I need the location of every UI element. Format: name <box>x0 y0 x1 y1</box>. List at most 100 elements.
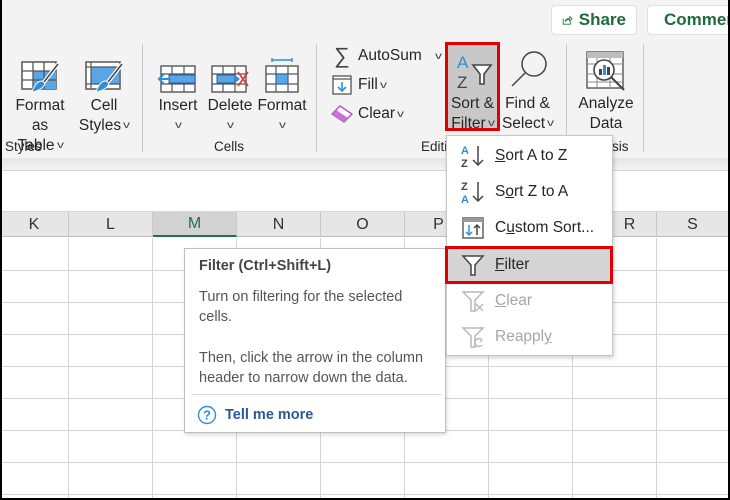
formula-bar-area <box>0 170 730 212</box>
group-separator <box>316 44 317 152</box>
insert-label: Insert <box>158 97 198 114</box>
comments-button[interactable]: Comments <box>647 5 730 35</box>
analyze-data-label-2: Data <box>589 115 623 132</box>
grid-line <box>68 238 69 500</box>
chevron-down-icon: v <box>397 108 405 120</box>
svg-text:A: A <box>461 194 469 205</box>
svg-text:A: A <box>461 145 469 157</box>
column-header-l[interactable]: L <box>69 212 153 237</box>
column-header-s[interactable]: S <box>657 212 730 237</box>
share-icon <box>562 15 573 25</box>
chevron-down-icon: v <box>487 118 495 129</box>
tooltip-body-2: Then, click the arrow in the column head… <box>199 350 424 386</box>
cells-group-label: Cells <box>214 139 245 154</box>
cell-styles-label-2: Styles <box>78 117 122 134</box>
chevron-down-icon: v <box>226 120 234 131</box>
group-separator <box>643 44 644 152</box>
find-select-button[interactable]: Find & Select v <box>500 46 555 134</box>
fill-label: Fill <box>358 76 378 93</box>
svg-text:Z: Z <box>457 73 467 92</box>
chevron-down-icon: v <box>174 120 182 131</box>
sort-filter-button[interactable]: A Z Sort & Filter v <box>445 46 500 134</box>
fill-down-icon <box>332 75 352 95</box>
cell-styles-label-1: Cell <box>90 97 118 114</box>
delete-button[interactable]: Delete v <box>207 44 253 136</box>
chevron-down-icon: v <box>56 140 64 151</box>
autosum-button[interactable]: ∑ AutoSum v <box>331 43 442 68</box>
clear-label: Clear <box>358 105 396 122</box>
reapply-filter-icon <box>461 327 485 348</box>
share-button[interactable]: Share <box>551 5 637 35</box>
chevron-down-icon: v <box>434 50 442 62</box>
find-select-label-1: Find & <box>505 95 550 112</box>
delete-cells-icon <box>211 65 249 93</box>
grid-line <box>656 238 657 500</box>
format-as-table-icon <box>21 61 60 93</box>
sort-filter-icon: A Z <box>457 53 493 92</box>
clear-button[interactable]: Clear v <box>331 103 405 125</box>
grid-line <box>152 238 153 500</box>
menu-label: Filter <box>495 256 530 273</box>
group-separator <box>142 44 143 152</box>
analysis-group-label: sis <box>612 139 629 154</box>
tooltip-divider <box>191 394 441 395</box>
format-label: Format <box>257 97 307 114</box>
ribbon-shadow <box>0 158 730 170</box>
format-cells-icon <box>265 58 299 93</box>
svg-text:Z: Z <box>461 158 468 169</box>
sigma-icon: ∑ <box>334 43 350 68</box>
format-button[interactable]: Format v <box>257 44 307 136</box>
menu-item-sort-z-to-a[interactable]: Z A Sort Z to A <box>447 174 612 210</box>
menu-label: Reapply <box>495 328 552 345</box>
chevron-down-icon: v <box>547 118 555 129</box>
svg-text:?: ? <box>203 408 211 423</box>
column-header-k[interactable]: K <box>0 212 69 237</box>
cell-styles-button[interactable]: Cell Styles v <box>76 44 132 136</box>
column-header-row: K L M N O P Q R S <box>0 212 730 237</box>
column-header-n[interactable]: N <box>237 212 321 237</box>
sort-z-to-a-icon: Z A <box>461 181 484 205</box>
menu-item-clear: Clear <box>447 283 612 319</box>
sort-a-to-z-icon: A Z <box>461 145 484 169</box>
analyze-data-label-1: Analyze <box>578 95 634 112</box>
grid-line <box>0 494 730 495</box>
analyze-data-button[interactable]: Analyze Data <box>576 46 636 134</box>
insert-button[interactable]: Insert v <box>155 44 201 136</box>
filter-icon <box>461 255 485 276</box>
magnifier-icon <box>510 51 547 87</box>
fill-button[interactable]: Fill v <box>331 74 387 96</box>
cell-styles-icon <box>85 61 124 93</box>
format-as-table-label-1: Format as <box>15 97 65 134</box>
filter-tooltip: Filter (Ctrl+Shift+L) Turn on filtering … <box>184 248 446 433</box>
grid-line <box>0 462 730 463</box>
share-label: Share <box>578 10 626 29</box>
clear-filter-icon <box>461 291 485 312</box>
comments-label: Comments <box>664 10 730 29</box>
styles-group-label: Styles <box>5 139 42 154</box>
menu-label: Custom Sort... <box>495 219 595 236</box>
svg-text:A: A <box>457 53 469 72</box>
custom-sort-icon <box>462 217 484 239</box>
column-header-m[interactable]: M <box>153 212 237 237</box>
menu-item-custom-sort[interactable]: Custom Sort... <box>447 210 612 246</box>
editing-group-label: Editi <box>421 139 448 154</box>
column-header-o[interactable]: O <box>321 212 405 237</box>
analyze-data-icon <box>586 51 625 91</box>
menu-item-sort-a-to-z[interactable]: A Z Sort A to Z <box>447 138 612 174</box>
eraser-icon <box>331 105 353 123</box>
tooltip-body-1: Turn on filtering for the selected cells… <box>199 289 403 325</box>
chevron-down-icon: v <box>379 79 387 91</box>
help-icon: ? <box>197 405 217 425</box>
insert-cells-icon <box>157 65 196 93</box>
menu-label: Sort Z to A <box>495 183 569 200</box>
find-select-label-2: Select <box>501 115 546 132</box>
delete-label: Delete <box>207 97 253 114</box>
chevron-down-icon: v <box>123 120 131 131</box>
autosum-label: AutoSum <box>358 47 422 64</box>
menu-item-filter[interactable]: Filter <box>447 247 612 283</box>
menu-label: Clear <box>495 292 533 309</box>
menu-label: Sort A to Z <box>495 147 568 164</box>
sort-filter-menu: A Z Sort A to Z Z A Sort Z to A Custom S… <box>445 135 613 356</box>
sort-filter-label-1: Sort & <box>450 95 495 112</box>
tell-me-more-link[interactable]: ? Tell me more <box>197 405 313 425</box>
